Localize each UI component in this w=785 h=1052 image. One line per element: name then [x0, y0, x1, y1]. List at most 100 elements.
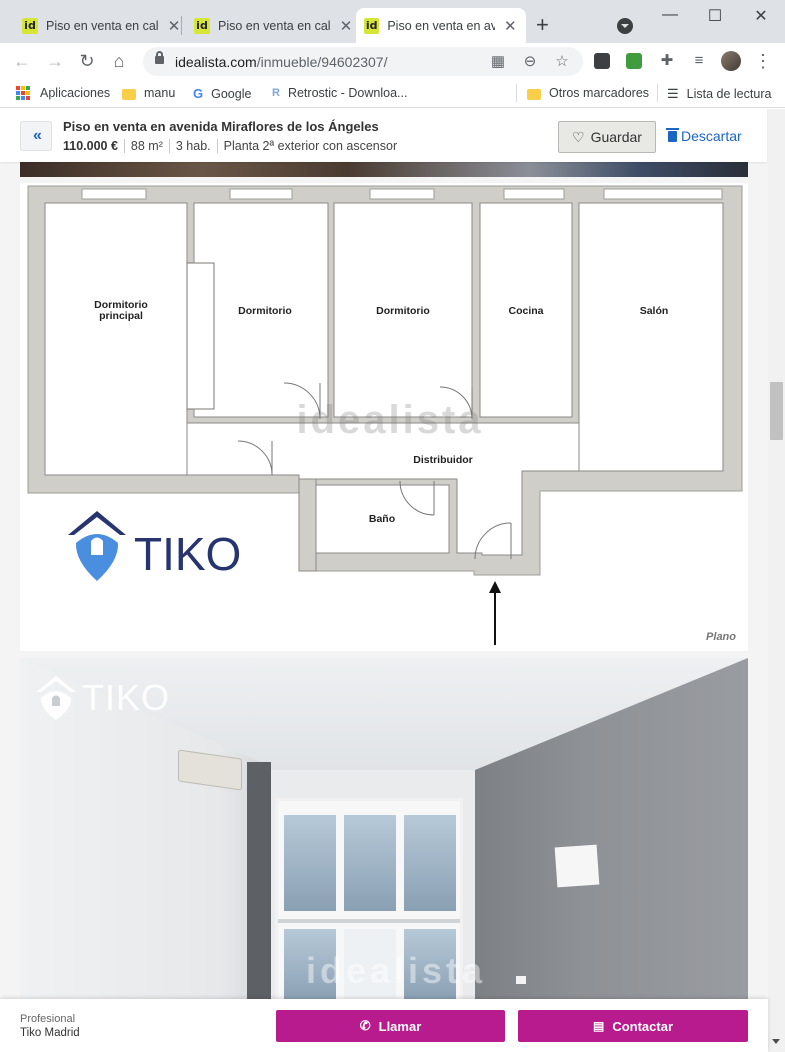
bookmark-google[interactable]: G Google — [193, 86, 251, 101]
close-tab-icon[interactable]: ✕ — [338, 17, 354, 35]
home-icon[interactable]: ⌂ — [109, 51, 129, 71]
trash-icon — [666, 127, 679, 142]
browser-toolbar: ← → ↻ ⌂ idealista.com/inmueble/94602307/… — [0, 43, 785, 80]
scrollbar-thumb[interactable] — [770, 382, 783, 440]
back-arrow-icon[interactable]: ← — [12, 51, 32, 71]
bookmark-apps[interactable]: Aplicaciones — [16, 86, 110, 100]
tab-title: Piso en venta en calle — [46, 18, 158, 33]
listing-area: 88 m² — [123, 139, 169, 153]
advertiser-type: Profesional — [20, 1013, 76, 1025]
browser-tab-1[interactable]: id Piso en venta en calle ✕ — [14, 8, 190, 43]
floorplan-watermark: idealista — [296, 398, 483, 442]
wall-outlet — [516, 976, 526, 984]
apps-grid-icon — [16, 86, 30, 100]
photo-watermark: idealista — [306, 950, 487, 991]
browser-tab-active[interactable]: id Piso en venta en avenida ✕ — [356, 8, 526, 43]
room-label-master-line2: principal — [99, 310, 143, 322]
extension-2-icon[interactable] — [626, 53, 642, 69]
call-button[interactable]: ✆ Llamar — [276, 1010, 505, 1042]
bookmark-label: Aplicaciones — [40, 86, 111, 100]
agency-name[interactable]: Tiko Madrid — [20, 1027, 80, 1039]
floorplan-drawing: Dormitorio principal Dormitorio Dormitor… — [27, 185, 743, 645]
extension-1-icon[interactable] — [594, 53, 610, 69]
room-label-living: Salón — [640, 305, 669, 317]
bookmark-label: Google — [211, 86, 252, 101]
idealista-favicon-icon: id — [364, 17, 380, 34]
floorplan-caption: Plano — [706, 631, 736, 643]
media-control-icon[interactable]: ≡ — [689, 51, 709, 71]
bookmark-label: Lista de lectura — [686, 87, 772, 101]
listing-meta: 110.000 € 88 m² 3 hab. Planta 2ª exterio… — [63, 139, 403, 153]
bookmarks-bar: Aplicaciones manu G Google R Retrostic -… — [0, 80, 785, 108]
bookmark-retrostic[interactable]: R Retrostic - Downloa... — [272, 86, 407, 100]
tiko-logo-text: TIKO — [134, 528, 241, 580]
lock-icon — [155, 51, 164, 64]
save-label: Guardar — [590, 129, 642, 145]
contact-bar: Profesional Tiko Madrid ✆ Llamar ▤ Conta… — [0, 999, 768, 1052]
room-label-hall: Distribuidor — [413, 454, 473, 466]
bookmark-label: Otros marcadores — [549, 86, 650, 100]
bookmark-separator — [516, 84, 517, 102]
heart-icon: ♡ — [572, 128, 585, 145]
folder-icon — [122, 88, 136, 100]
tiko-house-icon — [36, 676, 76, 720]
zoom-icon[interactable]: ⊖ — [521, 52, 539, 70]
save-button[interactable]: ♡ Guardar — [558, 121, 656, 153]
bookmark-manu[interactable]: manu — [122, 86, 175, 100]
close-window-icon[interactable]: ✕ — [751, 6, 771, 26]
back-chevrons-icon[interactable]: « — [20, 121, 52, 151]
browser-tab-2[interactable]: id Piso en venta en calle ✕ — [186, 8, 362, 43]
room-label-bath: Baño — [369, 513, 395, 525]
floorplan-image[interactable]: Dormitorio principal Dormitorio Dormitor… — [20, 183, 748, 651]
tab-strip: id Piso en venta en calle ✕ id Piso en v… — [0, 0, 785, 43]
tiko-photo-logo: TIKO — [34, 674, 170, 722]
contact-button[interactable]: ▤ Contactar — [518, 1010, 748, 1042]
room-label-bedroom-a: Dormitorio — [238, 305, 292, 317]
listing-price: 110.000 € — [63, 139, 118, 153]
phone-icon: ✆ — [359, 1018, 371, 1033]
maximize-icon[interactable]: ☐ — [705, 6, 725, 26]
room-photo[interactable]: idealista TIKO — [20, 658, 748, 1052]
close-tab-icon[interactable]: ✕ — [503, 17, 518, 35]
tab-separator — [181, 16, 182, 35]
page-scrollbar[interactable] — [768, 109, 785, 1052]
bookmark-separator — [657, 84, 658, 102]
extensions-puzzle-icon[interactable]: ✚ — [657, 51, 677, 71]
listing-title: Piso en venta en avenida Miraflores de l… — [63, 119, 379, 134]
folder-icon — [527, 88, 541, 100]
new-tab-button[interactable]: + — [536, 13, 549, 37]
chat-bubble-icon: ▤ — [592, 1019, 605, 1033]
discard-label: Descartar — [681, 128, 742, 144]
url-text[interactable]: idealista.com/inmueble/94602307/ — [175, 54, 387, 70]
bookmark-star-icon[interactable]: ☆ — [553, 52, 571, 70]
forward-arrow-icon[interactable]: → — [45, 51, 65, 71]
retrostic-icon: R — [272, 87, 280, 99]
tab-title: Piso en venta en avenida — [387, 18, 495, 33]
tab-search-icon[interactable] — [617, 18, 633, 34]
profile-avatar[interactable] — [721, 51, 741, 71]
listing-floor: Planta 2ª exterior con ascensor — [216, 139, 403, 153]
menu-kebab-icon[interactable]: ⋮ — [753, 51, 773, 71]
room-label-kitchen: Cocina — [508, 305, 543, 317]
google-icon: G — [193, 86, 204, 101]
bookmark-reading-list[interactable]: ☰ Lista de lectura — [667, 86, 771, 102]
idealista-favicon-icon: id — [22, 17, 38, 34]
idealista-favicon-icon: id — [194, 17, 210, 34]
tab-title: Piso en venta en calle — [218, 18, 330, 33]
qr-code-icon[interactable]: ▦ — [489, 52, 507, 70]
bookmark-label: manu — [144, 86, 176, 100]
reading-list-icon: ☰ — [667, 86, 679, 101]
wall-patch — [554, 844, 600, 888]
reload-icon[interactable]: ↻ — [77, 51, 97, 71]
bookmark-label: Retrostic - Downloa... — [287, 86, 408, 100]
minimize-icon[interactable]: — — [660, 6, 680, 24]
scroll-down-arrow-icon[interactable] — [772, 1039, 780, 1044]
call-label: Llamar — [378, 1018, 422, 1034]
listing-rooms: 3 hab. — [168, 139, 217, 153]
url-domain: idealista.com — [175, 54, 257, 70]
bookmark-other[interactable]: Otros marcadores — [527, 86, 649, 100]
address-bar[interactable]: idealista.com/inmueble/94602307/ ▦ ⊖ ☆ — [143, 47, 583, 76]
discard-button[interactable]: Descartar — [666, 127, 742, 144]
page-viewport: « Piso en venta en avenida Miraflores de… — [0, 109, 785, 1052]
close-tab-icon[interactable]: ✕ — [166, 17, 182, 35]
